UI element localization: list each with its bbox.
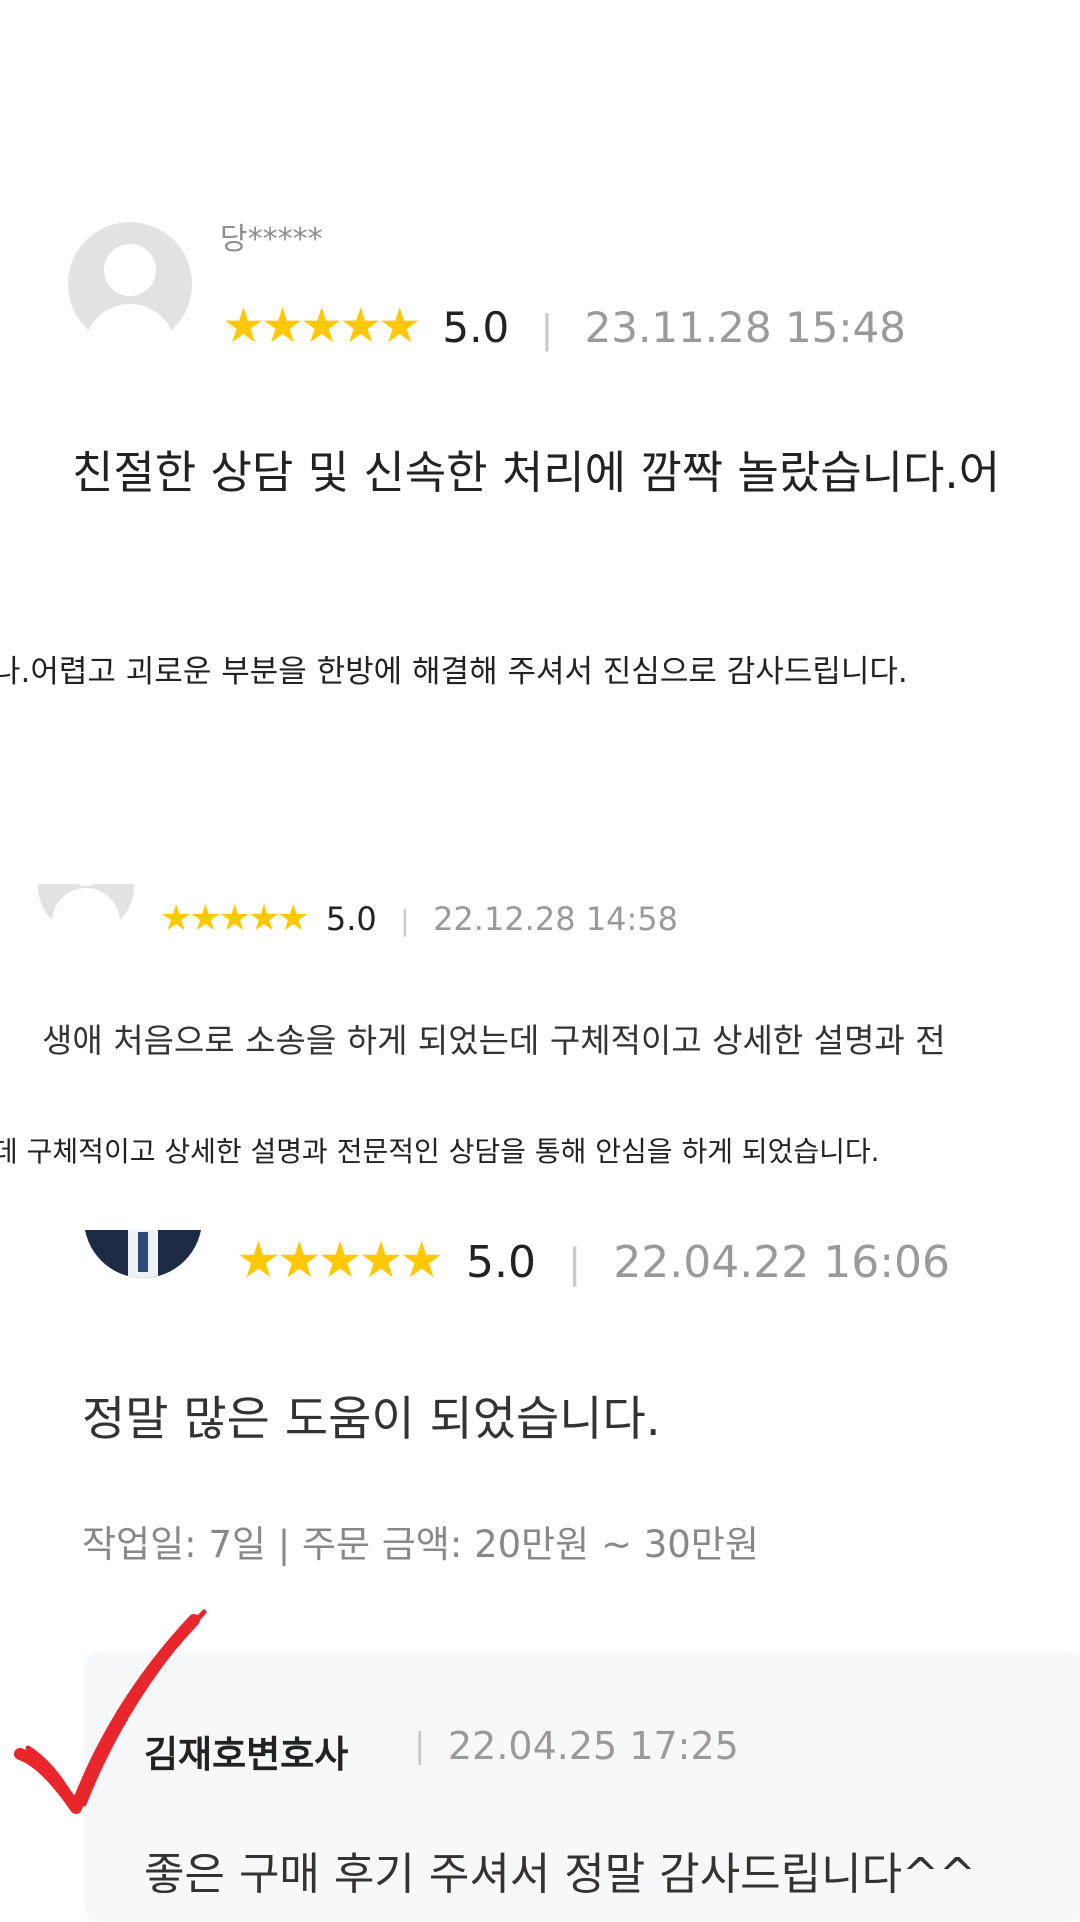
separator: | [540,307,554,351]
reply-separator: | [414,1726,426,1766]
review-text: 친절한 상담 및 신속한 처리에 깜짝 놀랐습니다.어 [72,446,1001,499]
rating-row: ★★★★★ 5.0 | 22.12.28 14:58 [160,896,678,944]
avatar-body [84,304,176,346]
review-text-continued: 나.어렵고 괴로운 부분을 한방에 해결해 주셔서 진심으로 감사드립니다. [0,654,908,690]
star-rating-icons: ★★★★★ [160,898,309,939]
review-meta: 작업일: 7일 | 주문 금액: 20만원 ~ 30만원 [82,1523,759,1566]
reviewer-name: 당***** [220,222,323,257]
rating-row: ★★★★★ 5.0 | 22.04.22 16:06 [236,1230,950,1294]
review-text-continued: 데 구체적이고 상세한 설명과 전문적인 상담을 통해 안심을 하게 되었습니다… [0,1135,880,1168]
seller-reply: 김재호변호사 | 22.04.25 17:25 좋은 구매 후기 주셔서 정말 … [84,1652,1080,1922]
star-rating-icons: ★★★★★ [236,1231,444,1289]
separator: | [400,904,410,937]
review-text: 생애 처음으로 소송을 하게 되었는데 구체적이고 상세한 설명과 전 [42,1021,946,1060]
avatar [68,222,192,346]
rating-value: 5.0 [466,1237,537,1288]
rating-value: 5.0 [442,303,510,352]
separator: | [567,1241,582,1287]
review-date: 23.11.28 15:48 [584,303,906,352]
review-date: 22.12.28 14:58 [433,900,678,938]
avatar [38,884,134,934]
reply-date: 22.04.25 17:25 [448,1724,739,1768]
star-rating-icons: ★★★★★ [222,298,421,354]
review-date: 22.04.22 16:06 [613,1237,951,1288]
rating-row: ★★★★★ 5.0 | 23.11.28 15:48 [222,296,906,359]
review-text: 정말 많은 도움이 되었습니다. [82,1392,661,1447]
avatar-head [104,244,156,296]
check-mark-icon [14,1609,207,1814]
reply-text: 좋은 구매 후기 주셔서 정말 감사드립니다^^ [144,1849,976,1900]
rating-value: 5.0 [325,900,377,938]
avatar [84,1230,202,1278]
